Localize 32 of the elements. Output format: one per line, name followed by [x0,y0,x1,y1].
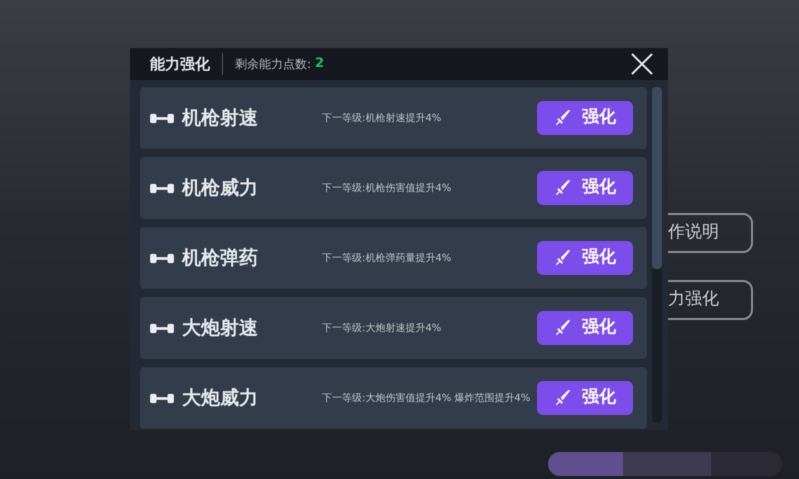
upgrade-button[interactable]: 强化 [537,241,633,275]
sword-icon [554,179,572,197]
upgrade-name: 机枪威力 [182,176,259,201]
sword-icon [554,249,572,267]
upgrade-description: 下一等级:大炮伤害值提升4% 爆炸范围提升4% [322,392,532,406]
upgrade-description: 下一等级:机枪伤害值提升4% [322,182,452,196]
points-label: 剩余能力点数: [235,56,312,73]
points-value: 2 [315,55,324,74]
upgrade-button[interactable]: 强化 [537,381,633,415]
upgrade-description: 下一等级:机枪射速提升4% [322,112,442,126]
close-button[interactable] [630,52,654,76]
upgrade-button[interactable]: 强化 [537,311,633,345]
sword-icon [554,389,572,407]
dumbbell-icon [150,252,174,264]
upgrade-description: 下一等级:机枪弹药量提升4% [322,252,452,266]
upgrade-name: 大炮射速 [182,316,259,341]
upgrade-name: 机枪射速 [182,106,259,131]
dumbbell-icon [150,182,174,194]
sword-icon [554,319,572,337]
scrollbar-thumb[interactable] [652,87,662,269]
dumbbell-icon [150,392,174,404]
scrollbar[interactable] [652,87,662,423]
dumbbell-icon [150,112,174,124]
upgrade-name: 机枪弹药 [182,246,259,271]
dumbbell-icon [150,322,174,334]
dialog-title: 能力强化 [150,52,223,76]
upgrade-button[interactable]: 强化 [537,171,633,205]
close-icon [630,52,654,76]
upgrade-name: 大炮威力 [182,386,259,411]
sword-icon [554,109,572,127]
upgrade-description: 下一等级:大炮射速提升4% [322,322,442,336]
upgrade-button[interactable]: 强化 [537,101,633,135]
